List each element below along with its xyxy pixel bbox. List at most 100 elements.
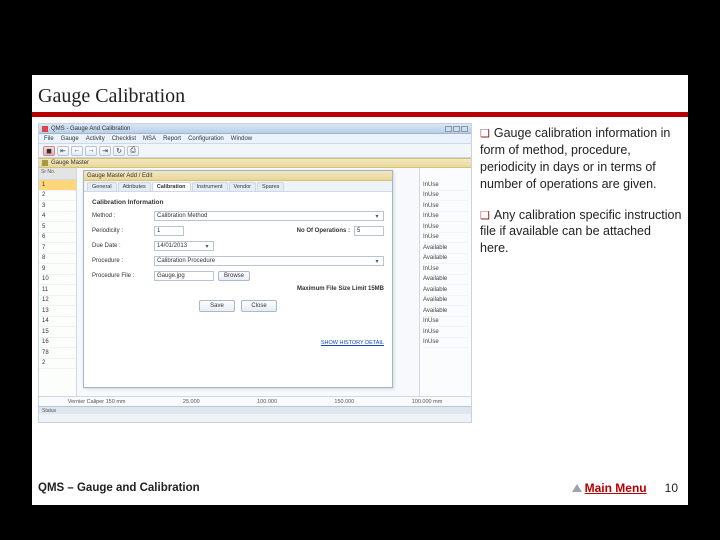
procfile-input[interactable]: Gauge.jpg — [154, 271, 214, 281]
list-item[interactable]: 9 — [39, 264, 76, 275]
status-cell: Available — [423, 306, 468, 317]
toolbar-btn-5[interactable]: ⇥ — [99, 146, 111, 156]
toolbar-btn-6[interactable]: ↻ — [113, 146, 125, 156]
tab-general[interactable]: General — [87, 182, 117, 191]
dialog-tabstrip: General Attributes Calibration Instrumen… — [84, 181, 392, 192]
list-item[interactable]: 15 — [39, 327, 76, 338]
procedure-value: Calibration Procedure — [157, 258, 215, 264]
duedate-value: 14/01/2013 — [157, 243, 187, 249]
list-item[interactable]: 11 — [39, 285, 76, 296]
status-cell: InUse — [423, 212, 468, 223]
show-history-link[interactable]: SHOW HISTORY DETAIL — [321, 340, 384, 346]
menu-window[interactable]: Window — [231, 136, 252, 142]
status-cell: InUse — [423, 222, 468, 233]
status-cell: InUse — [423, 191, 468, 202]
bullet-icon: ❑ — [480, 128, 490, 140]
close-button[interactable] — [461, 126, 468, 132]
tab-calibration[interactable]: Calibration — [152, 182, 191, 191]
menubar: File Gauge Activity Checklist MSA Report… — [39, 134, 471, 144]
status-cell: Available — [423, 296, 468, 307]
method-label: Method : — [92, 213, 150, 219]
status-text: Status — [42, 408, 56, 414]
note-1: Gauge calibration information in form of… — [480, 126, 670, 191]
toolbar-btn-1[interactable]: ◼ — [43, 146, 55, 156]
list-item[interactable]: 12 — [39, 296, 76, 307]
toolbar-btn-2[interactable]: ⇤ — [57, 146, 69, 156]
list-item[interactable]: 13 — [39, 306, 76, 317]
procedure-label: Procedure : — [92, 258, 150, 264]
axis-tick: 100.000 mm — [412, 399, 443, 405]
noops-label: No Of Operations : — [250, 228, 350, 234]
menu-activity[interactable]: Activity — [86, 136, 105, 142]
row-index-column: Sr No. 1 2 3 4 5 6 7 8 9 10 11 12 13 14 … — [39, 168, 77, 396]
calendar-icon: ▾ — [203, 243, 211, 250]
periodicity-label: Periodicity : — [92, 228, 150, 234]
tab-vendor[interactable]: Vendor — [229, 182, 256, 191]
page-number: 10 — [665, 481, 678, 495]
dialog-titlebar: Gauge Master Add / Edit — [84, 171, 392, 181]
up-arrow-icon — [572, 484, 582, 492]
bullet-icon: ❑ — [480, 210, 490, 222]
toolbar-btn-3[interactable]: ← — [71, 146, 83, 156]
list-item[interactable]: 2 — [39, 359, 76, 370]
row-index-header: Sr No. — [39, 168, 76, 180]
tab-attributes[interactable]: Attributes — [118, 182, 151, 191]
status-cell: Available — [423, 285, 468, 296]
browse-button[interactable]: Browse — [218, 271, 250, 281]
status-cell: InUse — [423, 201, 468, 212]
duedate-input[interactable]: 14/01/2013 ▾ — [154, 241, 214, 251]
minimize-button[interactable] — [445, 126, 452, 132]
list-item[interactable]: 16 — [39, 338, 76, 349]
child-window-title: Gauge Master — [51, 160, 89, 166]
menu-msa[interactable]: MSA — [143, 136, 156, 142]
procedure-select[interactable]: Calibration Procedure ▾ — [154, 256, 384, 266]
status-cell: InUse — [423, 327, 468, 338]
save-button[interactable]: Save — [199, 300, 235, 312]
main-menu-link[interactable]: Main Menu — [572, 481, 647, 495]
chevron-down-icon: ▾ — [373, 258, 381, 265]
axis-tick: 25.000 — [183, 399, 200, 405]
slide-notes: ❑Gauge calibration information in form o… — [480, 123, 682, 423]
status-cell: InUse — [423, 180, 468, 191]
list-item[interactable]: 7 — [39, 243, 76, 254]
menu-file[interactable]: File — [44, 136, 54, 142]
list-item[interactable]: 5 — [39, 222, 76, 233]
list-item[interactable]: 3 — [39, 201, 76, 212]
axis-caption: Vernier Caliper 150 mm — [68, 399, 126, 405]
toolbar: ◼ ⇤ ← → ⇥ ↻ ⎙ — [39, 144, 471, 158]
close-dialog-button[interactable]: Close — [241, 300, 277, 312]
method-select[interactable]: Calibration Method ▾ — [154, 211, 384, 221]
menu-checklist[interactable]: Checklist — [112, 136, 136, 142]
list-item[interactable]: 10 — [39, 275, 76, 286]
list-item[interactable]: 2 — [39, 191, 76, 202]
list-item[interactable]: 6 — [39, 233, 76, 244]
list-item[interactable]: 78 — [39, 348, 76, 359]
filesize-note: Maximum File Size Limit 15MB — [297, 286, 384, 292]
procfile-label: Procedure File : — [92, 273, 150, 279]
child-window-icon — [42, 160, 48, 166]
status-cell: InUse — [423, 338, 468, 349]
noops-input[interactable]: 5 — [354, 226, 384, 236]
list-item[interactable]: 14 — [39, 317, 76, 328]
tab-spares[interactable]: Spares — [257, 182, 284, 191]
status-column: InUse InUse InUse InUse InUse InUse Avai… — [419, 168, 471, 396]
app-icon — [42, 126, 48, 132]
periodicity-input[interactable]: 1 — [154, 226, 184, 236]
statusbar: Status — [39, 406, 471, 414]
list-item[interactable]: 1 — [39, 180, 76, 191]
toolbar-btn-7[interactable]: ⎙ — [127, 146, 139, 156]
section-title: Calibration Information — [92, 199, 384, 206]
status-cell: InUse — [423, 264, 468, 275]
menu-report[interactable]: Report — [163, 136, 181, 142]
list-item[interactable]: 4 — [39, 212, 76, 223]
status-cell: InUse — [423, 317, 468, 328]
list-item[interactable]: 8 — [39, 254, 76, 265]
status-cell: Available — [423, 254, 468, 265]
menu-gauge[interactable]: Gauge — [61, 136, 79, 142]
app-titlebar: QMS - Gauge And Calibration — [39, 124, 471, 134]
menu-configuration[interactable]: Configuration — [188, 136, 224, 142]
dialog-title-text: Gauge Master Add / Edit — [87, 173, 152, 179]
toolbar-btn-4[interactable]: → — [85, 146, 97, 156]
maximize-button[interactable] — [453, 126, 460, 132]
tab-instrument[interactable]: Instrument — [192, 182, 228, 191]
